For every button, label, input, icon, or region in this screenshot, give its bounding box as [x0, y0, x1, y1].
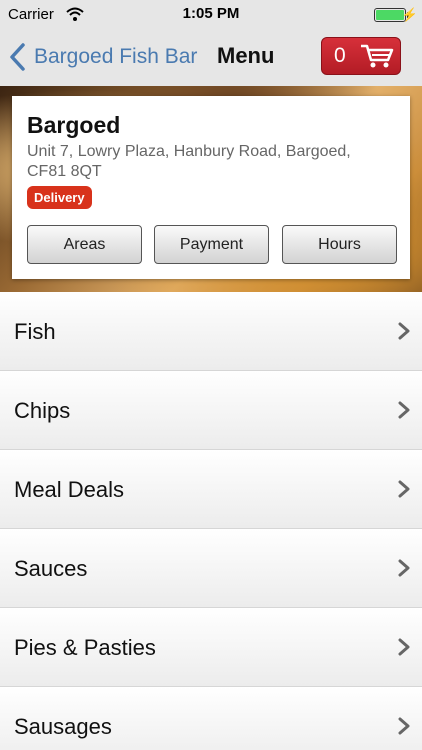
charging-icon: ⚡: [401, 7, 418, 22]
status-time: 1:05 PM: [182, 5, 240, 22]
shop-name: Bargoed: [27, 112, 121, 138]
back-button[interactable]: Bargoed Fish Bar: [8, 40, 197, 74]
shop-info-card: Bargoed Unit 7, Lowry Plaza, Hanbury Roa…: [12, 96, 410, 279]
chevron-right-icon: [398, 480, 410, 498]
shop-address: Unit 7, Lowry Plaza, Hanbury Road, Bargo…: [27, 143, 351, 180]
page-title: Menu: [217, 43, 275, 68]
cart-count: 0: [334, 44, 346, 67]
chevron-right-icon: [398, 559, 410, 577]
menu-item-sauces[interactable]: Sauces: [0, 529, 422, 608]
chevron-right-icon: [398, 322, 410, 340]
cart-button[interactable]: 0: [321, 37, 401, 75]
chevron-left-icon: [10, 43, 25, 71]
menu-item-meal-deals[interactable]: Meal Deals: [0, 450, 422, 529]
shopping-cart-icon: [361, 44, 394, 68]
menu-item-label: Fish: [14, 319, 56, 344]
chevron-right-icon: [398, 717, 410, 735]
hero-image: Bargoed Unit 7, Lowry Plaza, Hanbury Roa…: [0, 86, 422, 292]
navigation-bar: Bargoed Fish Bar Menu 0: [0, 30, 422, 86]
menu-item-fish[interactable]: Fish: [0, 292, 422, 371]
chevron-right-icon: [398, 401, 410, 419]
status-bar: Carrier 1:05 PM ⚡: [0, 0, 422, 30]
menu-item-label: Sauces: [14, 556, 88, 581]
menu-item-label: Pies & Pasties: [14, 635, 156, 660]
menu-item-pies-pasties[interactable]: Pies & Pasties: [0, 608, 422, 687]
chevron-right-icon: [398, 638, 410, 656]
delivery-badge: Delivery: [27, 186, 92, 209]
menu-item-sausages[interactable]: Sausages: [0, 687, 422, 750]
payment-button[interactable]: Payment: [154, 225, 269, 264]
menu-category-list: Fish Chips Meal Deals Sauces Pies & Past…: [0, 292, 422, 750]
areas-button[interactable]: Areas: [27, 225, 142, 264]
menu-item-label: Sausages: [14, 714, 112, 739]
menu-item-label: Meal Deals: [14, 477, 125, 502]
back-button-label: Bargoed Fish Bar: [34, 45, 198, 68]
menu-item-label: Chips: [14, 398, 71, 423]
menu-item-chips[interactable]: Chips: [0, 371, 422, 450]
hours-button[interactable]: Hours: [282, 225, 397, 264]
